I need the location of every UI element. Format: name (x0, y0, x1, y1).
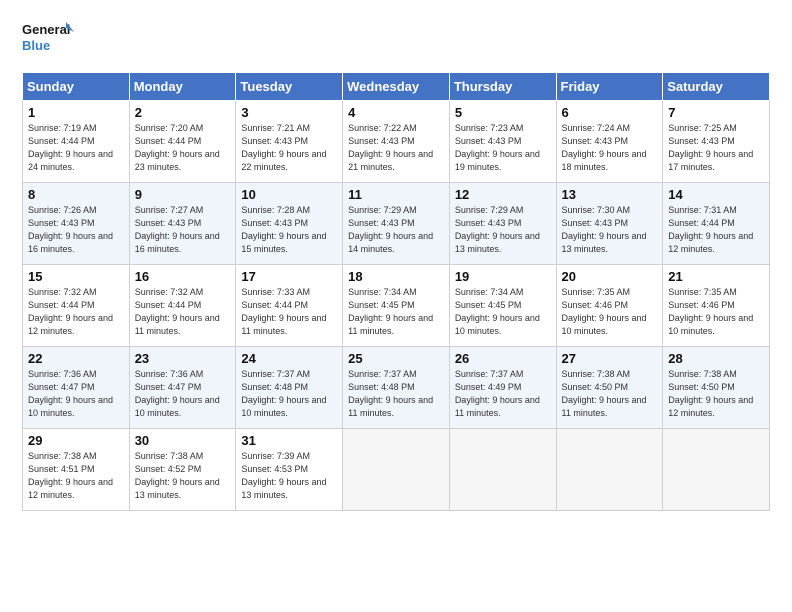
table-row: 29 Sunrise: 7:38 AMSunset: 4:51 PMDaylig… (23, 429, 130, 511)
calendar-header-row: Sunday Monday Tuesday Wednesday Thursday… (23, 73, 770, 101)
table-row: 28 Sunrise: 7:38 AMSunset: 4:50 PMDaylig… (663, 347, 770, 429)
col-saturday: Saturday (663, 73, 770, 101)
table-row: 26 Sunrise: 7:37 AMSunset: 4:49 PMDaylig… (449, 347, 556, 429)
table-row: 17 Sunrise: 7:33 AMSunset: 4:44 PMDaylig… (236, 265, 343, 347)
table-row: 23 Sunrise: 7:36 AMSunset: 4:47 PMDaylig… (129, 347, 236, 429)
col-monday: Monday (129, 73, 236, 101)
table-row: 5 Sunrise: 7:23 AMSunset: 4:43 PMDayligh… (449, 101, 556, 183)
table-row: 4 Sunrise: 7:22 AMSunset: 4:43 PMDayligh… (343, 101, 450, 183)
calendar-week-4: 22 Sunrise: 7:36 AMSunset: 4:47 PMDaylig… (23, 347, 770, 429)
calendar-week-5: 29 Sunrise: 7:38 AMSunset: 4:51 PMDaylig… (23, 429, 770, 511)
table-row: 25 Sunrise: 7:37 AMSunset: 4:48 PMDaylig… (343, 347, 450, 429)
table-row: 27 Sunrise: 7:38 AMSunset: 4:50 PMDaylig… (556, 347, 663, 429)
col-tuesday: Tuesday (236, 73, 343, 101)
table-row: 16 Sunrise: 7:32 AMSunset: 4:44 PMDaylig… (129, 265, 236, 347)
logo-svg: General Blue (22, 18, 74, 62)
header: General Blue (22, 18, 770, 62)
col-thursday: Thursday (449, 73, 556, 101)
table-row: 8 Sunrise: 7:26 AMSunset: 4:43 PMDayligh… (23, 183, 130, 265)
table-row: 1 Sunrise: 7:19 AMSunset: 4:44 PMDayligh… (23, 101, 130, 183)
calendar-week-1: 1 Sunrise: 7:19 AMSunset: 4:44 PMDayligh… (23, 101, 770, 183)
col-sunday: Sunday (23, 73, 130, 101)
table-row: 11 Sunrise: 7:29 AMSunset: 4:43 PMDaylig… (343, 183, 450, 265)
table-row: 9 Sunrise: 7:27 AMSunset: 4:43 PMDayligh… (129, 183, 236, 265)
table-row: 24 Sunrise: 7:37 AMSunset: 4:48 PMDaylig… (236, 347, 343, 429)
table-row: 3 Sunrise: 7:21 AMSunset: 4:43 PMDayligh… (236, 101, 343, 183)
table-row: 12 Sunrise: 7:29 AMSunset: 4:43 PMDaylig… (449, 183, 556, 265)
logo: General Blue (22, 18, 74, 62)
svg-text:General: General (22, 22, 70, 37)
empty-cell (556, 429, 663, 511)
table-row: 22 Sunrise: 7:36 AMSunset: 4:47 PMDaylig… (23, 347, 130, 429)
calendar-week-2: 8 Sunrise: 7:26 AMSunset: 4:43 PMDayligh… (23, 183, 770, 265)
col-wednesday: Wednesday (343, 73, 450, 101)
table-row: 10 Sunrise: 7:28 AMSunset: 4:43 PMDaylig… (236, 183, 343, 265)
empty-cell (449, 429, 556, 511)
svg-text:Blue: Blue (22, 38, 50, 53)
empty-cell (343, 429, 450, 511)
empty-cell (663, 429, 770, 511)
table-row: 18 Sunrise: 7:34 AMSunset: 4:45 PMDaylig… (343, 265, 450, 347)
table-row: 21 Sunrise: 7:35 AMSunset: 4:46 PMDaylig… (663, 265, 770, 347)
table-row: 15 Sunrise: 7:32 AMSunset: 4:44 PMDaylig… (23, 265, 130, 347)
table-row: 14 Sunrise: 7:31 AMSunset: 4:44 PMDaylig… (663, 183, 770, 265)
calendar-table: Sunday Monday Tuesday Wednesday Thursday… (22, 72, 770, 511)
col-friday: Friday (556, 73, 663, 101)
table-row: 31 Sunrise: 7:39 AMSunset: 4:53 PMDaylig… (236, 429, 343, 511)
page: General Blue Sunday Monday Tuesday Wedne… (0, 0, 792, 523)
table-row: 6 Sunrise: 7:24 AMSunset: 4:43 PMDayligh… (556, 101, 663, 183)
calendar-week-3: 15 Sunrise: 7:32 AMSunset: 4:44 PMDaylig… (23, 265, 770, 347)
table-row: 20 Sunrise: 7:35 AMSunset: 4:46 PMDaylig… (556, 265, 663, 347)
table-row: 19 Sunrise: 7:34 AMSunset: 4:45 PMDaylig… (449, 265, 556, 347)
table-row: 30 Sunrise: 7:38 AMSunset: 4:52 PMDaylig… (129, 429, 236, 511)
table-row: 7 Sunrise: 7:25 AMSunset: 4:43 PMDayligh… (663, 101, 770, 183)
table-row: 13 Sunrise: 7:30 AMSunset: 4:43 PMDaylig… (556, 183, 663, 265)
table-row: 2 Sunrise: 7:20 AMSunset: 4:44 PMDayligh… (129, 101, 236, 183)
